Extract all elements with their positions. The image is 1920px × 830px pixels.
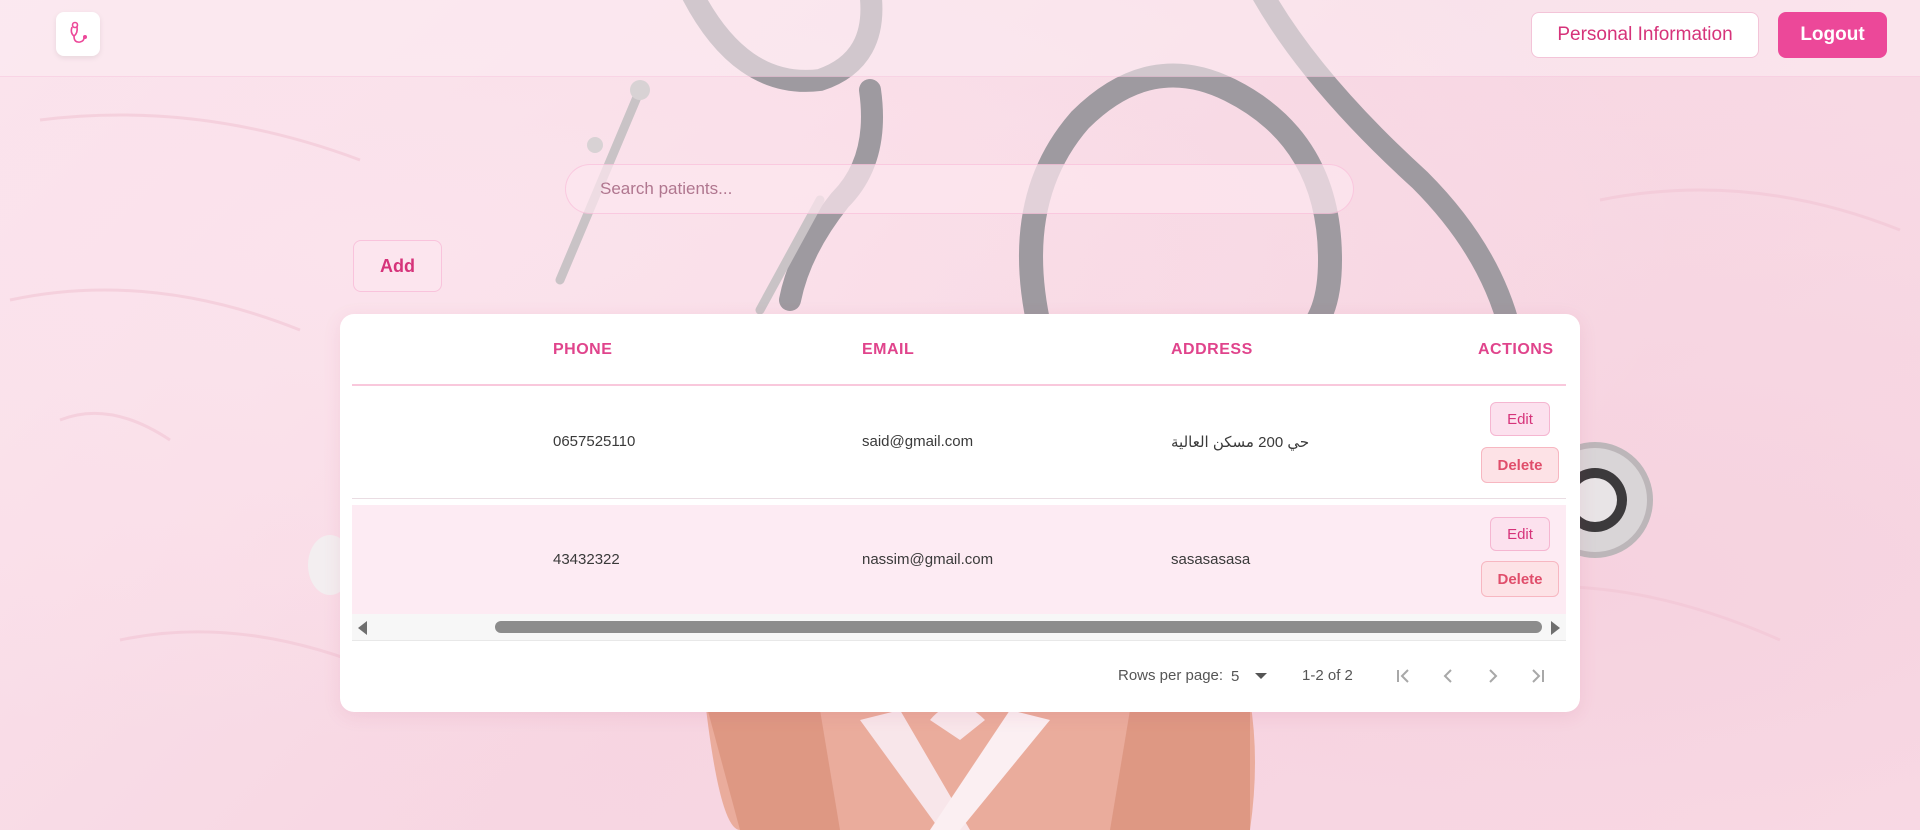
caret-down-icon xyxy=(1255,673,1267,679)
search-bar xyxy=(565,164,1354,214)
table-pagination: Rows per page: 5 1-2 of 2 xyxy=(340,640,1580,712)
first-page-icon xyxy=(1397,669,1409,683)
rows-per-page-value: 5 xyxy=(1231,667,1240,685)
logo[interactable] xyxy=(56,12,100,56)
stethoscope-logo-icon xyxy=(70,21,87,43)
column-header-address[interactable]: ADDRESS xyxy=(1171,341,1253,359)
scroll-right-arrow-icon[interactable] xyxy=(1551,621,1560,635)
table-row: 43432322 nassim@gmail.com sasasasasa Edi… xyxy=(352,505,1566,617)
previous-page-button[interactable] xyxy=(1433,662,1463,690)
rows-per-page-label: Rows per page: xyxy=(1118,667,1224,684)
scrollbar-thumb[interactable] xyxy=(495,621,1542,633)
column-header-email[interactable]: EMAIL xyxy=(862,341,914,359)
edit-button[interactable]: Edit xyxy=(1490,517,1550,551)
column-header-phone[interactable]: PHONE xyxy=(553,341,612,359)
add-patient-button[interactable]: Add xyxy=(353,240,442,292)
delete-button[interactable]: Delete xyxy=(1481,447,1559,483)
email-cell: nassim@gmail.com xyxy=(862,551,994,568)
table-row: 0657525110 said@gmail.com حي 200 مسكن ال… xyxy=(352,386,1566,499)
address-cell: حي 200 مسكن العالية xyxy=(1171,434,1310,451)
scroll-left-arrow-icon[interactable] xyxy=(358,621,367,635)
top-navbar: Personal Information Logout xyxy=(0,0,1920,77)
last-page-button[interactable] xyxy=(1523,662,1553,690)
next-page-button[interactable] xyxy=(1478,662,1508,690)
chevron-right-icon xyxy=(1489,669,1498,683)
table-header: PHONE EMAIL ADDRESS ACTIONS xyxy=(352,314,1566,386)
chevron-left-icon xyxy=(1443,669,1452,683)
address-cell: sasasasasa xyxy=(1171,551,1251,568)
patients-table-card: PHONE EMAIL ADDRESS ACTIONS 0657525110 s… xyxy=(340,314,1580,712)
email-cell: said@gmail.com xyxy=(862,433,974,450)
column-header-actions: ACTIONS xyxy=(1478,341,1554,358)
rows-per-page-select[interactable]: 5 xyxy=(1231,662,1275,690)
logout-button[interactable]: Logout xyxy=(1778,12,1887,58)
horizontal-scrollbar[interactable] xyxy=(352,614,1566,641)
delete-button[interactable]: Delete xyxy=(1481,561,1559,597)
patients-table: PHONE EMAIL ADDRESS ACTIONS 0657525110 s… xyxy=(352,314,1566,617)
edit-button[interactable]: Edit xyxy=(1490,402,1550,436)
pagination-range: 1-2 of 2 xyxy=(1302,667,1353,684)
first-page-button[interactable] xyxy=(1388,662,1418,690)
phone-cell: 0657525110 xyxy=(553,433,636,450)
personal-information-button[interactable]: Personal Information xyxy=(1531,12,1759,58)
phone-cell: 43432322 xyxy=(553,551,620,568)
search-input[interactable] xyxy=(566,165,1353,213)
last-page-icon xyxy=(1532,669,1544,683)
